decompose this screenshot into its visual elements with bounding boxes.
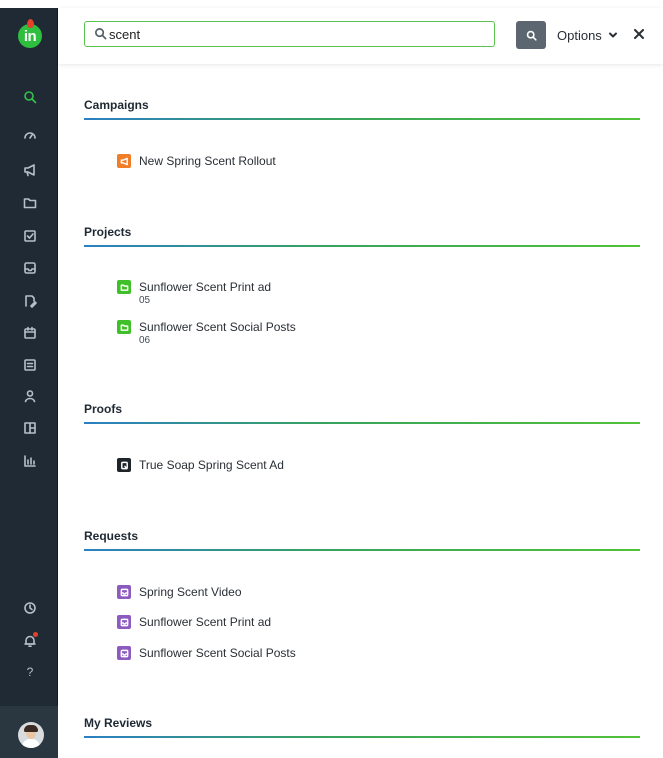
profile-area — [0, 706, 58, 758]
result-label: Sunflower Scent Print ad — [139, 280, 272, 294]
calendar-icon[interactable] — [22, 325, 38, 341]
avatar-hair — [24, 725, 38, 732]
section-title-proofs: Proofs — [84, 402, 123, 416]
requests-section: Requests — [84, 529, 640, 551]
result-label: Sunflower Scent Print ad — [139, 615, 272, 629]
result-label: New Spring Scent Rollout — [139, 154, 276, 168]
megaphone-icon[interactable] — [22, 162, 38, 178]
project-result[interactable]: Sunflower Scent Social Posts 06 — [117, 320, 296, 347]
notification-dot — [33, 632, 38, 637]
section-title-reviews: My Reviews — [84, 716, 153, 730]
app-logo[interactable]: in — [18, 19, 42, 48]
search-field[interactable] — [84, 21, 495, 47]
bell-icon[interactable] — [22, 632, 38, 649]
avatar[interactable] — [18, 722, 44, 748]
inbox-icon — [117, 585, 131, 599]
search-icon[interactable] — [22, 89, 38, 105]
inbox-icon[interactable] — [22, 260, 38, 276]
options-label: Options — [557, 28, 602, 43]
section-divider — [84, 422, 640, 424]
result-sublabel: 05 — [139, 295, 151, 306]
person-icon[interactable] — [22, 388, 38, 404]
dashboard-icon[interactable] — [22, 127, 38, 143]
proofs-section: Proofs — [84, 402, 640, 424]
result-label: Sunflower Scent Social Posts — [139, 646, 296, 660]
search-header: Options — [58, 8, 663, 64]
request-result[interactable]: Sunflower Scent Social Posts — [117, 646, 296, 660]
section-divider — [84, 118, 640, 120]
proof-icon — [117, 458, 131, 472]
help-label: ? — [26, 665, 34, 679]
clock-icon[interactable] — [22, 600, 38, 616]
section-title-campaigns: Campaigns — [84, 98, 149, 112]
reviews-section: My Reviews — [84, 716, 640, 738]
proof-result[interactable]: True Soap Spring Scent Ad — [117, 458, 284, 472]
search-icon — [94, 27, 108, 41]
proof-edit-icon[interactable] — [22, 293, 38, 309]
section-title-requests: Requests — [84, 529, 139, 543]
section-title-projects: Projects — [84, 225, 132, 239]
request-result[interactable]: Spring Scent Video — [117, 585, 242, 599]
section-divider — [84, 245, 640, 247]
layout-icon[interactable] — [22, 420, 38, 436]
logo-text: in — [23, 27, 37, 45]
megaphone-icon — [117, 154, 131, 168]
search-input[interactable] — [109, 25, 479, 43]
campaign-result[interactable]: New Spring Scent Rollout — [117, 154, 276, 168]
help-icon[interactable]: ? — [22, 664, 38, 680]
inbox-icon — [117, 646, 131, 660]
options-dropdown[interactable]: Options — [557, 28, 618, 43]
result-label: Spring Scent Video — [139, 585, 242, 599]
chevron-down-icon — [608, 28, 618, 43]
avatar-shirt — [22, 739, 40, 748]
checkbox-icon[interactable] — [22, 228, 38, 244]
folder-icon — [117, 280, 131, 294]
left-nav: in ? — [0, 0, 58, 758]
sidebar-top-strip — [0, 0, 58, 8]
request-result[interactable]: Sunflower Scent Print ad — [117, 615, 271, 629]
folder-icon — [117, 320, 131, 334]
section-divider — [84, 736, 640, 738]
close-button[interactable] — [632, 27, 646, 41]
result-sublabel: 06 — [139, 335, 151, 346]
project-result[interactable]: Sunflower Scent Print ad 05 — [117, 280, 271, 307]
projects-section: Projects — [84, 225, 640, 247]
logo-drop — [27, 19, 34, 28]
folder-icon[interactable] — [22, 195, 38, 211]
section-divider — [84, 549, 640, 551]
search-button[interactable] — [516, 21, 546, 49]
campaigns-section: Campaigns — [84, 98, 640, 120]
chart-icon[interactable] — [22, 453, 38, 469]
result-label: True Soap Spring Scent Ad — [139, 458, 284, 472]
inbox-icon — [117, 615, 131, 629]
close-icon — [634, 29, 644, 39]
result-label: Sunflower Scent Social Posts — [139, 320, 296, 334]
checklist-icon[interactable] — [22, 357, 38, 373]
